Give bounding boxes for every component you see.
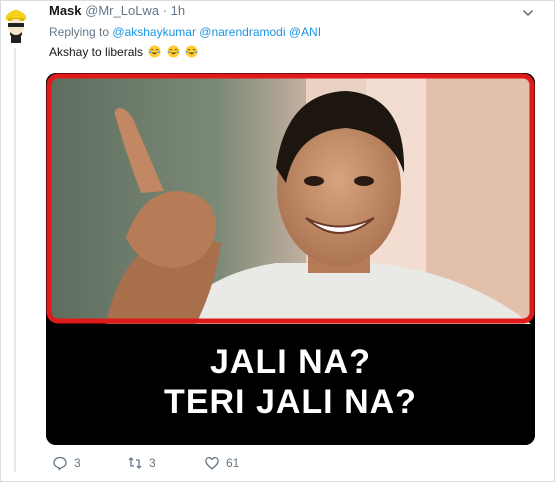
caption-line-1: JALI NA? xyxy=(210,343,371,381)
author-handle[interactable]: @Mr_LoLwa xyxy=(85,3,159,18)
reply-count: 3 xyxy=(74,456,81,470)
tweet-body: Akshay to liberals xyxy=(49,45,144,59)
tears-of-joy-emoji-icon xyxy=(185,45,198,58)
tweet-time[interactable]: 1h xyxy=(171,3,185,18)
mention-link[interactable]: @narendramodi xyxy=(199,25,285,39)
caption-line-2: TERI JALI NA? xyxy=(164,383,417,421)
like-button[interactable]: 61 xyxy=(204,455,239,471)
mention-link[interactable]: @akshaykumar xyxy=(112,25,196,39)
replying-prefix: Replying to xyxy=(49,25,110,39)
thread-line xyxy=(14,48,16,472)
reply-icon xyxy=(53,456,67,471)
tears-of-joy-emoji-icon xyxy=(167,45,180,58)
retweet-button[interactable]: 3 xyxy=(127,455,156,471)
mention-link[interactable]: @ANI xyxy=(289,25,321,39)
avatar[interactable] xyxy=(2,4,30,44)
reply-button[interactable]: 3 xyxy=(52,455,81,471)
like-count: 61 xyxy=(226,456,240,470)
heart-icon xyxy=(205,456,219,470)
tears-of-joy-emoji-icon xyxy=(148,45,161,58)
separator-dot: · xyxy=(162,3,168,18)
author-name[interactable]: Mask xyxy=(49,3,82,18)
replying-to: Replying to @akshaykumar @narendramodi @… xyxy=(49,25,321,39)
meme-caption: JALI NA? TERI JALI NA? xyxy=(46,324,535,445)
tweet-header: Mask @Mr_LoLwa · 1h xyxy=(49,3,185,18)
tweet-text: Akshay to liberals xyxy=(49,45,198,59)
tweet-media[interactable]: JALI NA? TERI JALI NA? xyxy=(46,73,535,445)
meme-photo xyxy=(46,73,535,324)
retweet-count: 3 xyxy=(149,456,156,470)
retweet-icon xyxy=(128,457,142,469)
chevron-down-icon[interactable] xyxy=(521,6,535,20)
